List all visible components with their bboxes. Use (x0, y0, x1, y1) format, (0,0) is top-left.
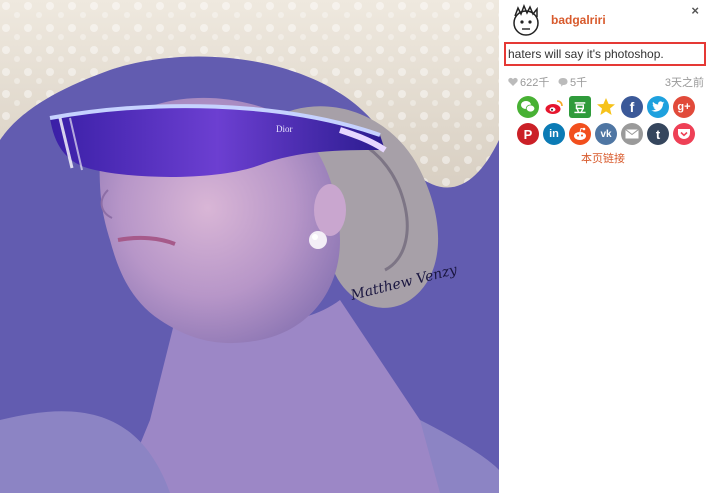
vk-share-icon[interactable]: vk (595, 123, 617, 145)
share-buttons: 豆 f g+ P in vk t (517, 96, 699, 150)
qzone-share-icon[interactable] (595, 96, 617, 118)
post-caption: haters will say it's photoshop. (504, 42, 706, 66)
email-share-icon[interactable] (621, 123, 643, 145)
douban-share-icon[interactable]: 豆 (569, 96, 591, 118)
linkedin-share-icon[interactable]: in (543, 123, 565, 145)
pocket-share-icon[interactable] (673, 123, 695, 145)
close-button[interactable]: × (691, 3, 699, 18)
avatar-face-icon (513, 3, 539, 36)
tumblr-share-icon[interactable]: t (647, 123, 669, 145)
post-viewer: Dior Matthew Venzy badgalriri × haters w… (0, 0, 713, 493)
twitter-share-icon[interactable] (647, 96, 669, 118)
photo-illustration: Dior Matthew Venzy (0, 0, 499, 493)
permalink-link[interactable]: 本页链接 (581, 150, 625, 166)
weibo-share-icon[interactable] (543, 96, 565, 118)
pinterest-share-icon[interactable]: P (517, 123, 539, 145)
post-photo[interactable]: Dior Matthew Venzy (0, 0, 499, 493)
facebook-share-icon[interactable]: f (621, 96, 643, 118)
googleplus-share-icon[interactable]: g+ (673, 96, 695, 118)
wechat-share-icon[interactable] (517, 96, 539, 118)
avatar[interactable] (509, 3, 543, 38)
share-row-1: 豆 f g+ (517, 96, 699, 118)
post-stats: 622千 5千 3天之前 (508, 74, 704, 90)
heart-icon (508, 77, 518, 86)
reddit-share-icon[interactable] (569, 123, 591, 145)
like-count-value: 622千 (520, 77, 550, 89)
post-sidebar: badgalriri × haters will say it's photos… (499, 0, 713, 493)
post-timestamp: 3天之前 (664, 77, 704, 89)
glasses-brand-label: Dior (276, 124, 293, 134)
comment-count[interactable]: 5千 (558, 74, 587, 90)
comment-count-value: 5千 (570, 77, 588, 89)
share-row-2: P in vk t (517, 123, 699, 145)
comment-bubble-icon (558, 78, 568, 87)
username-link[interactable]: badgalriri (551, 13, 606, 27)
like-count[interactable]: 622千 (508, 74, 549, 90)
